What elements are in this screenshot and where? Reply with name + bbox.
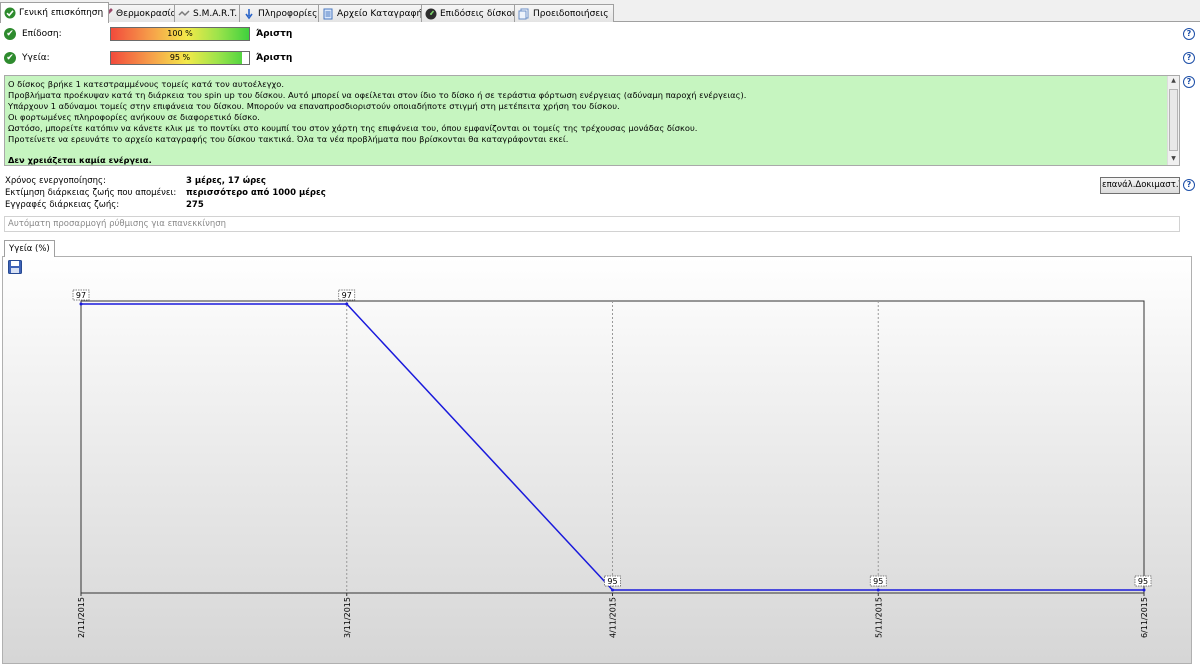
data-point bbox=[79, 302, 83, 306]
x-tick-label: 3/11/2015 bbox=[343, 597, 352, 638]
data-label: 95 bbox=[607, 577, 617, 586]
data-label: 97 bbox=[342, 291, 352, 300]
data-point bbox=[876, 588, 880, 592]
health-chart: 97 97 95 95 95 2/11/2015 3/11/2015 4/11/2015 5/1… bbox=[72, 289, 1152, 638]
x-tick-label: 5/11/2015 bbox=[874, 597, 883, 638]
x-tick-label: 4/11/2015 bbox=[609, 597, 618, 638]
check-icon bbox=[4, 7, 16, 19]
data-point bbox=[1142, 588, 1146, 592]
tab-label: Γενική επισκόπηση bbox=[19, 8, 104, 18]
tab-health-chart[interactable]: Υγεία (%) bbox=[4, 240, 55, 257]
x-tick-label: 2/11/2015 bbox=[77, 597, 86, 638]
tab-overview[interactable]: Γενική επισκόπηση bbox=[0, 2, 110, 23]
data-label: 95 bbox=[1138, 577, 1148, 586]
x-tick-label: 6/11/2015 bbox=[1140, 597, 1149, 638]
data-label: 95 bbox=[873, 577, 883, 586]
save-icon[interactable] bbox=[8, 260, 22, 274]
data-point bbox=[611, 588, 614, 592]
data-point bbox=[345, 302, 349, 306]
data-label: 97 bbox=[76, 291, 86, 300]
